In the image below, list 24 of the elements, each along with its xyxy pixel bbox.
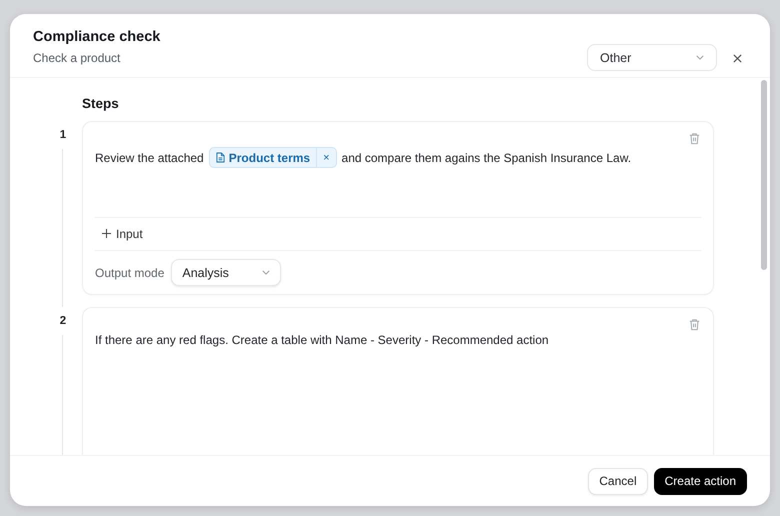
section-heading: Steps [82, 96, 120, 111]
document-icon [216, 152, 225, 163]
dialog-subtitle: Check a product [33, 51, 122, 65]
output-mode-select[interactable]: Analysis [171, 259, 282, 286]
scrollbar-thumb[interactable] [760, 80, 766, 270]
dialog-title: Compliance check [33, 29, 162, 45]
chevron-icon [262, 270, 270, 275]
category-select[interactable]: Other [587, 44, 717, 71]
remove-button[interactable]: × [317, 152, 336, 164]
file-link[interactable]: Product terms [210, 148, 318, 167]
add-input-button[interactable]: Input [95, 226, 143, 240]
plus-icon [102, 229, 111, 238]
step-number: 2 [58, 315, 68, 327]
step-text: Review the attached [95, 150, 204, 164]
step-text: If there are any red flags. Create a table with Name - Severity - Recommended action [95, 333, 549, 347]
field-label: Output mode [95, 266, 164, 280]
delete-icon[interactable] [688, 132, 701, 145]
step-text: and compare them agains the Spanish Insurance Law. [342, 150, 632, 164]
chevron-icon [696, 55, 704, 60]
delete-icon[interactable] [688, 318, 701, 331]
create-button[interactable]: Create action [654, 468, 747, 494]
close-icon[interactable] [733, 54, 742, 63]
step-number: 1 [58, 129, 68, 141]
cancel-button[interactable]: Cancel [588, 468, 648, 494]
